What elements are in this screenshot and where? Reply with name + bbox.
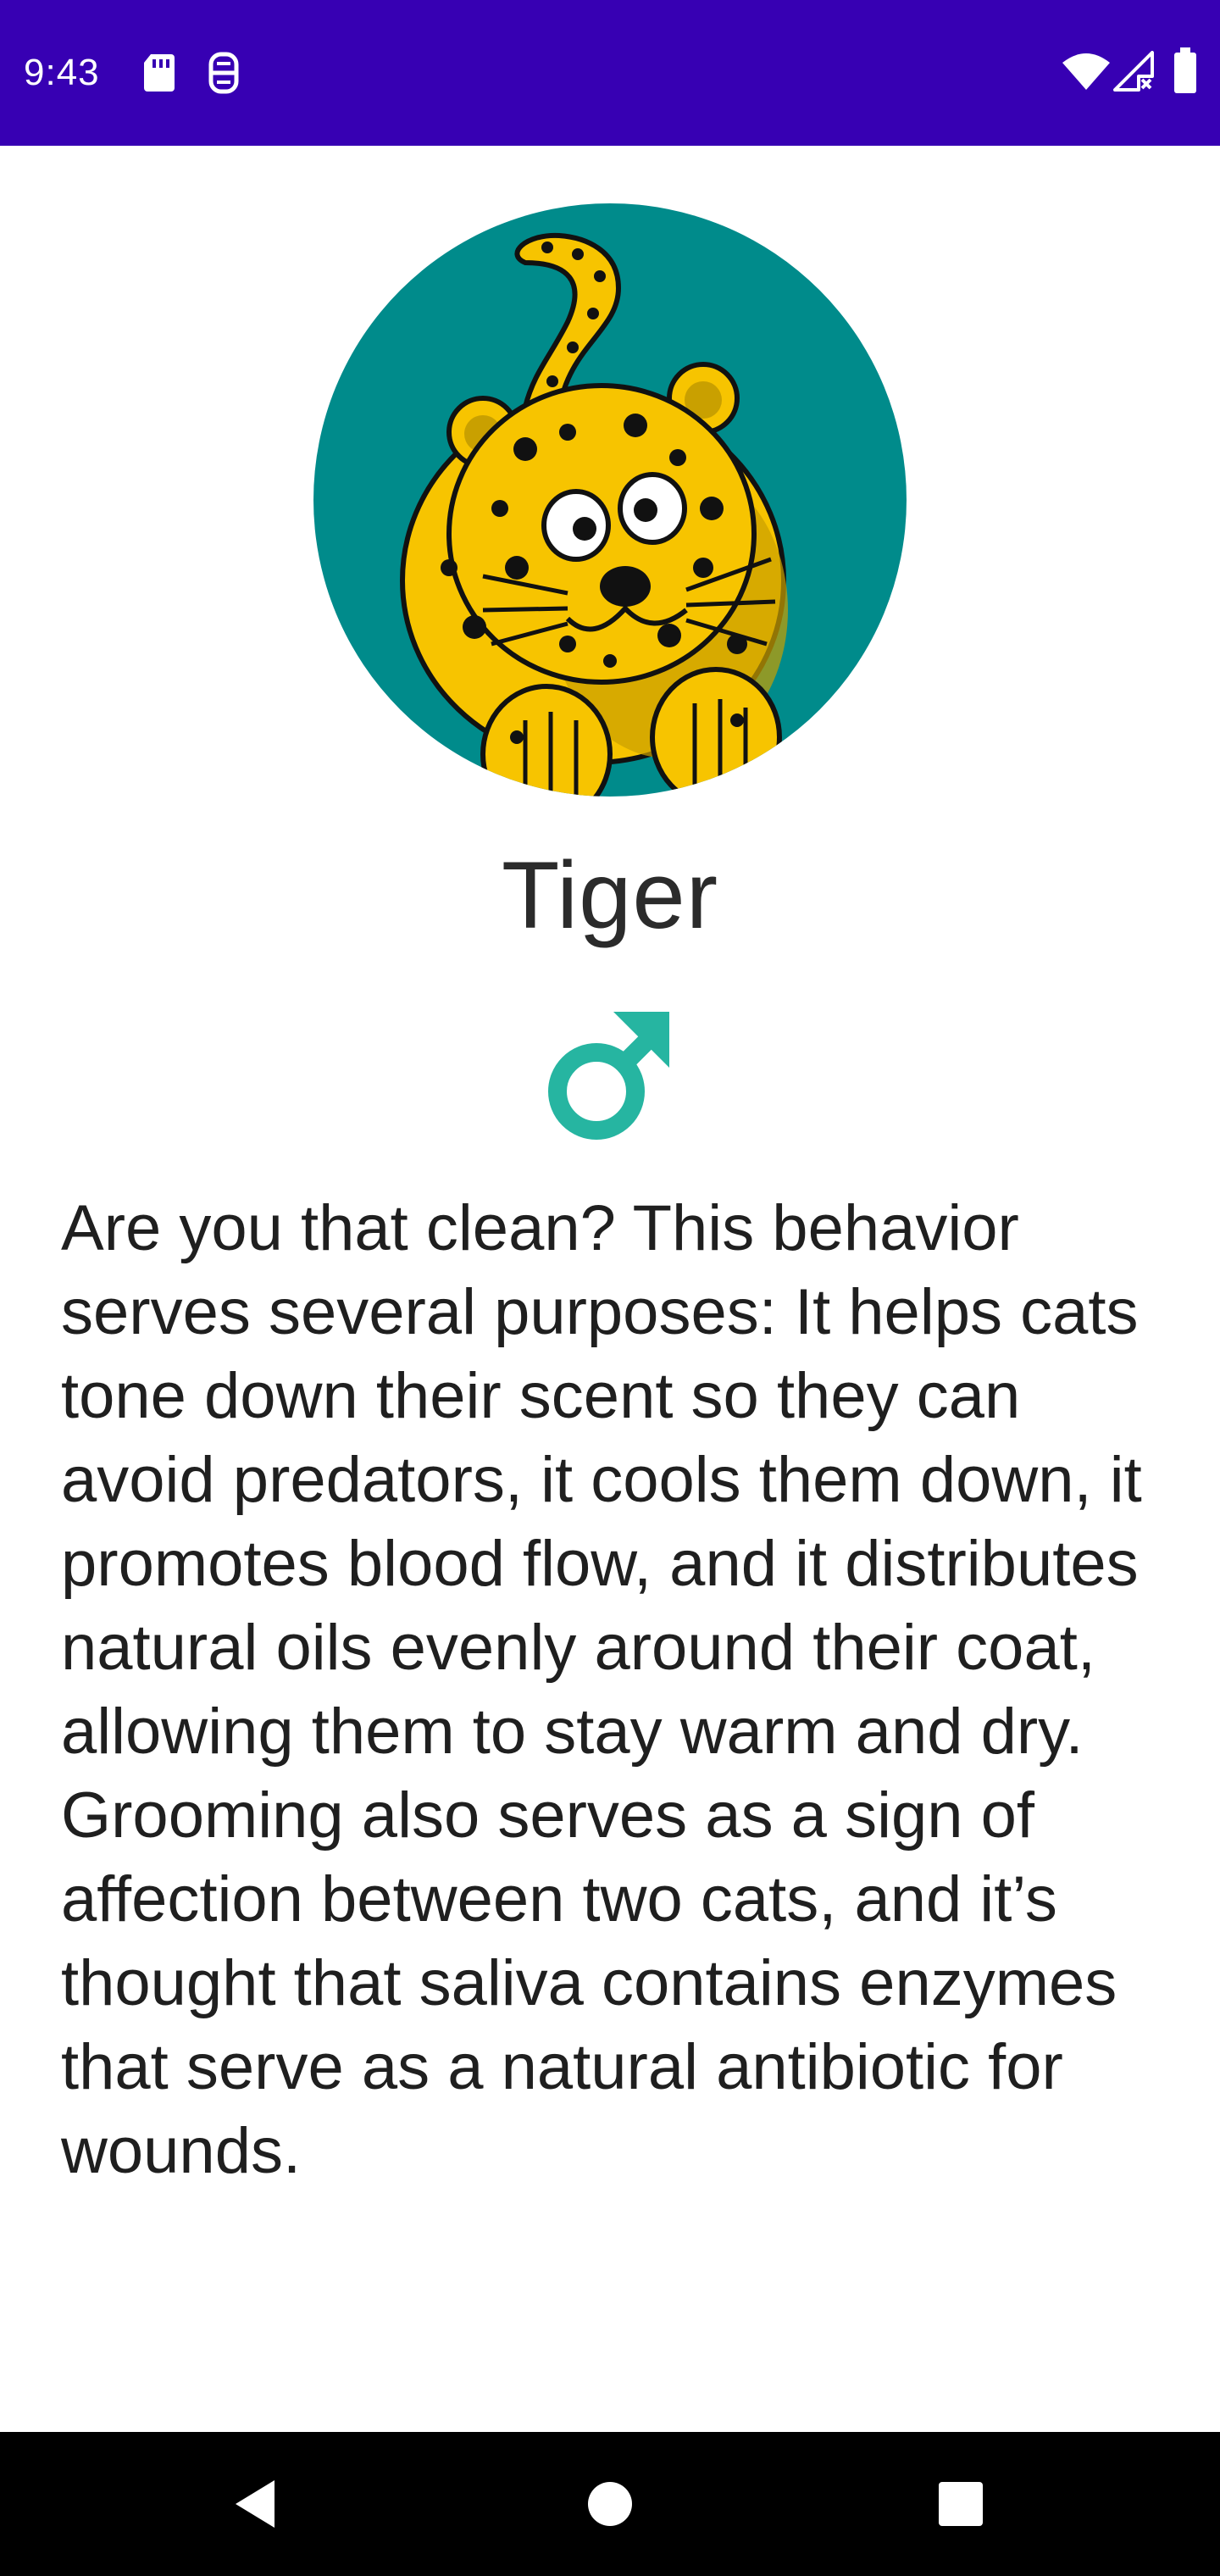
cartoon-leopard-icon <box>400 232 788 797</box>
battery-icon <box>1174 47 1196 93</box>
status-time: 9:43 <box>24 52 100 93</box>
pet-name: Tiger <box>501 842 718 948</box>
signal-icon <box>1113 51 1154 92</box>
wifi-icon <box>1062 53 1110 90</box>
navigation-bar <box>0 2432 1220 2576</box>
male-symbol-icon <box>548 1012 669 1140</box>
recents-icon[interactable] <box>918 2462 1003 2546</box>
back-icon[interactable] <box>212 2462 297 2546</box>
home-icon[interactable] <box>568 2462 652 2546</box>
pet-description: Are you that clean? This behavior serves… <box>61 1192 1142 2187</box>
sd-card-icon <box>144 54 175 92</box>
status-bar: 9:43 <box>0 0 1220 146</box>
pet-detail-screen: Tiger Are you that clean? This behavior … <box>0 146 1220 2432</box>
pet-avatar <box>313 203 907 797</box>
accessibility-icon <box>208 52 239 94</box>
